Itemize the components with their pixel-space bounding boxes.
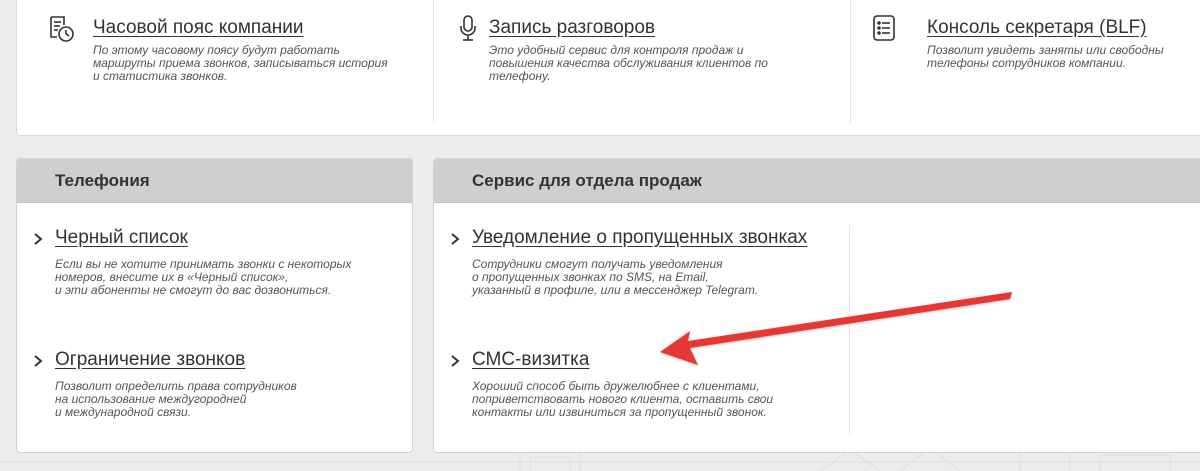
feature-divider [433,0,434,123]
service-item-title[interactable]: Черный список [55,227,188,249]
feature-title[interactable]: Часовой пояс компании [93,17,304,39]
service-item-description: Позволит определить права сотрудников на… [55,379,297,419]
microphone-icon [460,15,476,41]
service-item-title[interactable]: СМС-визитка [472,349,589,371]
list-console-icon [873,15,895,41]
service-item-description: Сотрудники смогут получать уведомления о… [472,257,759,297]
feature-description: По этому часовому поясу будут работать м… [93,43,388,83]
feature-timezone: Часовой пояс компании По этому часовому … [47,0,447,131]
timezone-clock-icon [50,16,74,42]
features-card: Часовой пояс компании По этому часовому … [16,0,1200,136]
chevron-right-icon [34,355,43,367]
service-item-title[interactable]: Уведомление о пропущенных звонках [472,227,807,249]
panel-header: Телефония [17,159,412,203]
feature-title[interactable]: Консоль секретаря (BLF) [927,17,1147,39]
feature-title[interactable]: Запись разговоров [489,17,655,39]
feature-call-recording: Запись разговоров Это удобный сервис для… [455,0,855,131]
feature-divider [850,0,851,123]
panel-header: Сервис для отдела продаж [434,159,1200,203]
chevron-right-icon [34,233,43,245]
feature-description: Это удобный сервис для контроля продаж и… [489,43,768,83]
service-item-title[interactable]: Ограничение звонков [55,349,245,371]
telephony-panel: Телефония Черный список Если вы не хотит… [16,158,413,453]
sales-service-panel: Сервис для отдела продаж Уведомление о п… [433,158,1200,453]
service-item-description: Хороший способ быть дружелюбнее с клиент… [472,379,774,419]
feature-blf-console: Консоль секретаря (BLF) Позволит увидеть… [871,0,1200,131]
column-divider [849,225,850,435]
chevron-right-icon [451,355,460,367]
feature-description: Позволит увидеть заняты или свободны тел… [927,43,1164,70]
service-item-description: Если вы не хотите принимать звонки с нек… [55,257,352,297]
chevron-right-icon [451,233,460,245]
